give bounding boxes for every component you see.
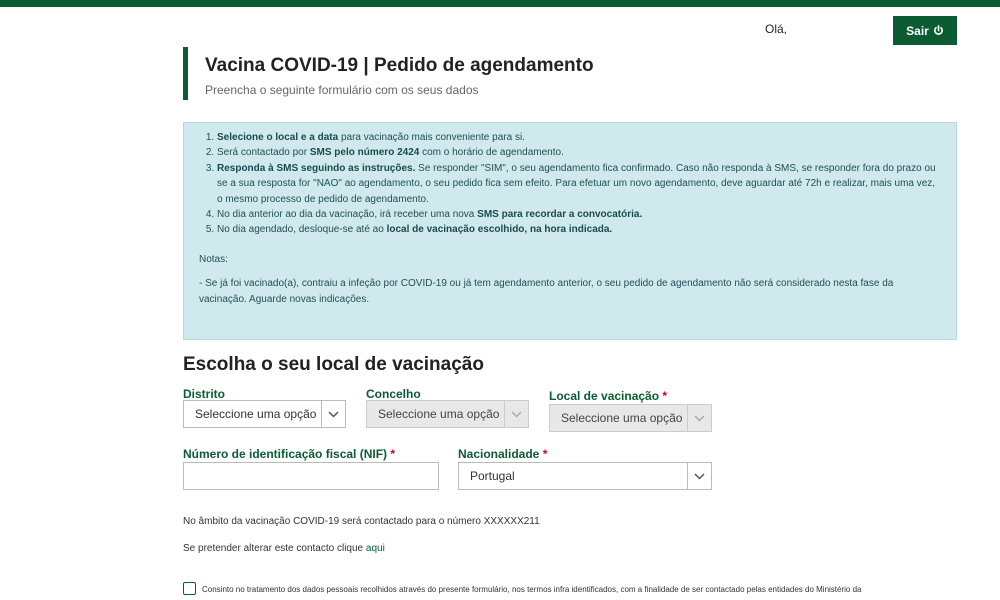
section-title: Escolha o seu local de vacinação	[183, 354, 484, 375]
nacionalidade-select[interactable]: Portugal	[458, 462, 712, 490]
instruction-item: No dia anterior ao dia da vacinação, irá…	[217, 207, 942, 222]
local-select[interactable]: Seleccione uma opção	[549, 404, 712, 432]
concelho-select[interactable]: Seleccione uma opção	[366, 400, 529, 428]
consent-checkbox[interactable]	[183, 582, 196, 595]
concelho-label: Concelho	[366, 387, 421, 401]
instruction-item: Será contactado por SMS pelo número 2424…	[217, 145, 942, 160]
page-subtitle: Preencha o seguinte formulário com os se…	[205, 83, 479, 97]
power-icon	[933, 25, 943, 35]
chevron-down-icon	[687, 405, 711, 431]
logout-button[interactable]: Sair	[893, 16, 957, 45]
instruction-item: No dia agendado, desloque-se até ao loca…	[217, 222, 942, 237]
consent-text: Consinto no tratamento dos dados pessoai…	[202, 585, 862, 594]
top-bar	[0, 0, 1000, 7]
distrito-value: Seleccione uma opção	[195, 407, 317, 421]
change-contact-link[interactable]: aqui	[366, 543, 385, 554]
page-title: Vacina COVID-19 | Pedido de agendamento	[205, 55, 594, 76]
distrito-select[interactable]: Seleccione uma opção	[183, 400, 346, 428]
change-contact-text: Se pretender alterar este contacto cliqu…	[183, 543, 385, 554]
nif-input[interactable]	[183, 462, 439, 490]
local-label: Local de vacinação *	[549, 389, 668, 403]
instructions-panel: Selecione o local e a data para vacinaçã…	[183, 122, 957, 340]
instruction-item: Responda à SMS seguindo as instruções. S…	[217, 161, 942, 207]
distrito-label: Distrito	[183, 387, 225, 401]
greeting-text: Olá,	[765, 22, 788, 36]
nacionalidade-value: Portugal	[470, 469, 515, 483]
local-value: Seleccione uma opção	[561, 411, 683, 425]
nacionalidade-label: Nacionalidade *	[458, 447, 548, 461]
chevron-down-icon	[321, 401, 345, 427]
concelho-value: Seleccione uma opção	[378, 407, 500, 421]
page-header: Vacina COVID-19 | Pedido de agendamento …	[183, 47, 594, 100]
notes-text: - Se já foi vacinado(a), contraiu a infe…	[199, 278, 894, 305]
chevron-down-icon	[687, 463, 711, 489]
language-switch[interactable]: EN	[941, 0, 956, 9]
notes-label: Notas:	[199, 253, 228, 265]
logout-label: Sair	[906, 23, 929, 38]
nif-label: Número de identificação fiscal (NIF) *	[183, 447, 396, 461]
chevron-down-icon	[504, 401, 528, 427]
instruction-item: Selecione o local e a data para vacinaçã…	[217, 130, 942, 145]
contact-info-text: No âmbito da vacinação COVID-19 será con…	[183, 516, 540, 527]
instructions-list: Selecione o local e a data para vacinaçã…	[199, 130, 942, 238]
